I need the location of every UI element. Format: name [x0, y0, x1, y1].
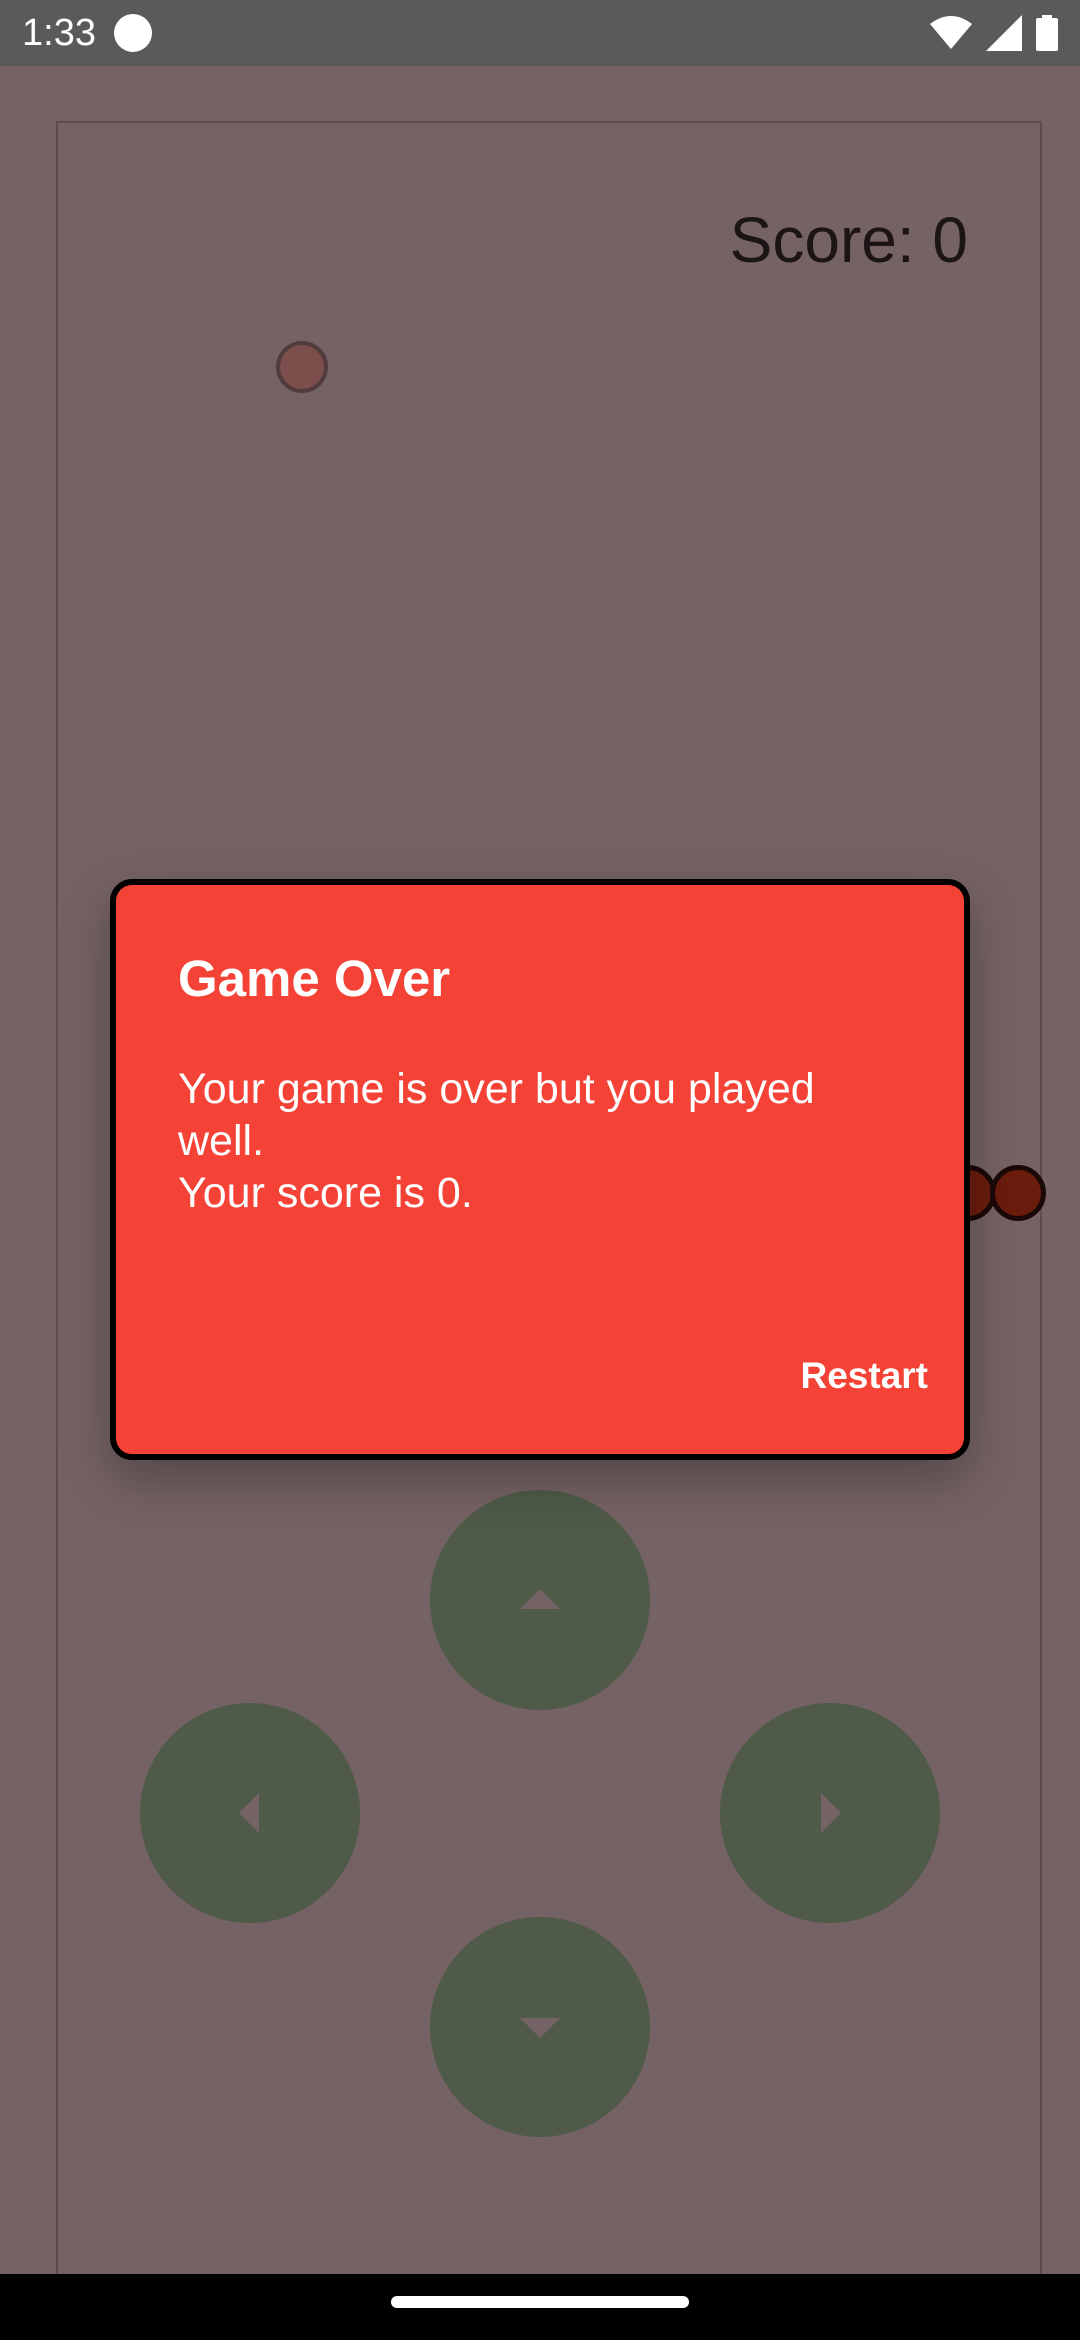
signal-icon [986, 15, 1022, 51]
home-gesture-handle[interactable] [391, 2296, 689, 2308]
game-over-dialog: Game Over Your game is over but you play… [110, 879, 970, 1460]
notification-dot-icon [114, 14, 152, 52]
restart-button[interactable]: Restart [801, 1353, 929, 1399]
wifi-icon [930, 16, 972, 50]
dialog-message: Your game is over but you played well. Y… [178, 1063, 878, 1219]
status-bar: 1:33 [0, 0, 1080, 66]
status-time: 1:33 [22, 12, 96, 54]
dialog-title: Game Over [178, 950, 451, 1007]
status-icons [930, 14, 1058, 52]
battery-icon [1036, 15, 1058, 51]
dialog-score-line: Your score is 0. [178, 1169, 473, 1217]
dialog-message-line: Your game is over but you played well. [178, 1065, 815, 1165]
